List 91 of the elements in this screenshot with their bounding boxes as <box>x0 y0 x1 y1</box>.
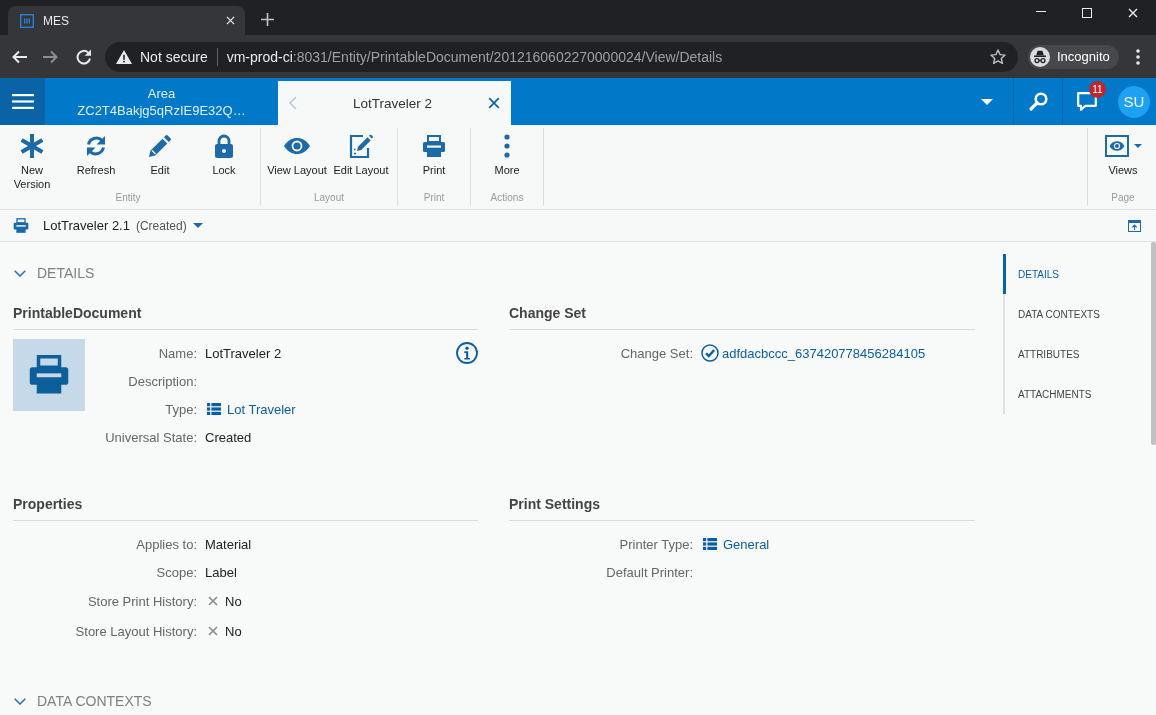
side-nav-item[interactable]: DATA CONTEXTS <box>1003 294 1150 334</box>
group-label: Entity <box>115 191 141 205</box>
field-label: Printer Type: <box>619 536 693 552</box>
group-label: Layout <box>314 191 344 205</box>
group-heading: Print Settings <box>509 494 975 521</box>
asterisk-icon <box>20 134 44 158</box>
document-pencil-icon <box>349 134 373 158</box>
panel-arrow-up-icon[interactable] <box>1128 219 1141 232</box>
field-value: LotTraveler 2 <box>205 345 282 361</box>
field-value: No <box>225 593 242 609</box>
close-icon[interactable] <box>488 97 500 109</box>
field-label: Scope: <box>156 564 197 580</box>
document-tab[interactable]: LotTraveler 2 <box>278 81 511 125</box>
pencil-icon <box>148 134 172 158</box>
chevron-down-icon[interactable] <box>14 697 26 705</box>
field-value: No <box>225 623 242 639</box>
info-icon[interactable] <box>456 342 478 364</box>
more-button[interactable]: More <box>475 128 539 177</box>
printer-tile-icon <box>13 339 85 411</box>
chevron-down-icon[interactable] <box>14 269 26 277</box>
new-version-button[interactable]: New Version <box>0 128 64 191</box>
lock-button[interactable]: Lock <box>192 128 256 177</box>
menu-icon <box>11 94 34 109</box>
caret-down-icon <box>1133 144 1142 148</box>
address-bar[interactable]: Not secure vm-prod-ci:8031/Entity/PrintableDocument/2012160602270000024/View/Details <box>105 41 1018 72</box>
field-link[interactable]: General <box>723 536 770 552</box>
refresh-button[interactable]: Refresh <box>64 128 128 177</box>
edit-button[interactable]: Edit <box>128 128 192 177</box>
view-layout-button[interactable]: View Layout <box>265 128 329 177</box>
views-button[interactable]: Views <box>1091 128 1155 177</box>
caret-down-icon[interactable] <box>192 223 203 228</box>
maximize-icon[interactable] <box>1082 8 1092 18</box>
reload-icon[interactable] <box>76 48 92 65</box>
field-label: Description: <box>128 373 197 389</box>
notification-badge: 11 <box>1089 81 1106 98</box>
field-value: Material <box>205 536 252 552</box>
edit-layout-button[interactable]: Edit Layout <box>329 128 393 177</box>
field-value: Created <box>205 429 252 445</box>
list-icon <box>207 403 221 415</box>
group-label: Actions <box>490 191 524 205</box>
printer-icon <box>13 218 29 233</box>
field-label: Store Layout History: <box>75 623 197 639</box>
search-icon <box>1028 92 1048 111</box>
warning-icon[interactable] <box>116 49 132 64</box>
eye-icon <box>284 138 310 154</box>
check-circle-icon <box>701 344 719 362</box>
field-label: Applies to: <box>136 536 197 552</box>
url-text: vm-prod-ci:8031/Entity/PrintableDocument/2012160602270000024/View/Details <box>226 48 723 65</box>
document-title: LotTraveler 2.1 <box>43 218 130 233</box>
group-heading: Change Set <box>509 303 975 330</box>
caret-down-icon[interactable] <box>981 98 993 105</box>
incognito-icon <box>1030 46 1050 67</box>
section-title[interactable]: DETAILS <box>37 265 95 281</box>
field-label: Default Printer: <box>606 564 693 580</box>
field-label: Name: <box>158 345 197 361</box>
group-heading: Properties <box>13 494 478 521</box>
field-label: Change Set: <box>620 345 693 361</box>
area-tab[interactable]: Area ZC2T4Bakjg5qRzIE9E32Q… <box>45 78 278 125</box>
section-title[interactable]: DATA CONTEXTS <box>37 693 152 709</box>
eye-box-icon <box>1104 135 1129 157</box>
print-button[interactable]: Print <box>402 128 466 177</box>
group-heading: PrintableDocument <box>13 303 478 330</box>
security-status[interactable]: Not secure <box>140 48 208 65</box>
plus-icon[interactable] <box>261 13 274 26</box>
kebab-menu-icon[interactable] <box>1135 48 1140 65</box>
forward-arrow-icon[interactable] <box>43 49 59 64</box>
star-icon[interactable] <box>990 48 1006 65</box>
list-icon <box>703 538 717 550</box>
field-label: Universal State: <box>105 429 197 445</box>
group-label: Print <box>423 191 445 205</box>
lock-icon <box>214 134 234 158</box>
browser-tab[interactable]: MES <box>8 6 245 35</box>
field-value: Label <box>205 564 237 580</box>
printer-icon <box>422 135 446 157</box>
logo-icon <box>20 13 34 28</box>
field-label: Type: <box>165 401 197 417</box>
field-label: Store Print History: <box>87 593 197 609</box>
field-link[interactable]: Lot Traveler <box>227 401 296 417</box>
status-label: (Created) <box>135 218 187 233</box>
group-label: Page <box>1111 191 1135 205</box>
field-link[interactable]: adfdacbccc_637420778456284105 <box>722 345 926 361</box>
back-arrow-icon[interactable] <box>11 49 27 64</box>
chat-bubble-icon <box>1077 92 1097 111</box>
messages-button[interactable]: 11 <box>1063 78 1111 125</box>
vertical-dots-icon <box>504 134 510 158</box>
incognito-button[interactable]: Incognito <box>1028 44 1119 69</box>
menu-button[interactable] <box>0 78 45 125</box>
refresh-icon <box>84 134 108 158</box>
side-nav-item[interactable]: ATTACHMENTS <box>1003 374 1150 414</box>
side-nav-item[interactable]: ATTRIBUTES <box>1003 334 1150 374</box>
scrollbar-thumb[interactable] <box>1151 242 1156 445</box>
